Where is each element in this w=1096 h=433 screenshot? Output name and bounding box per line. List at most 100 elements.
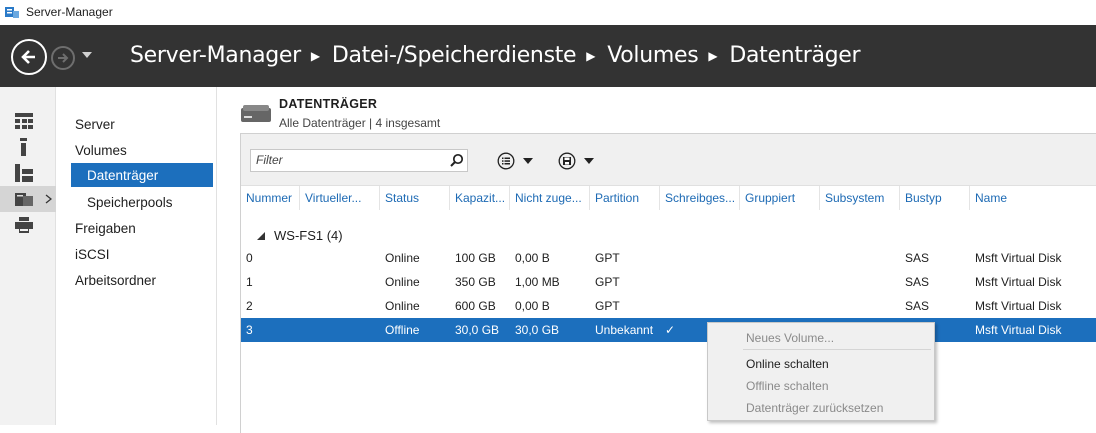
collapse-triangle-icon[interactable] bbox=[257, 231, 265, 240]
cell-nicht-zugeordnet: 30,0 GB bbox=[515, 323, 560, 337]
window-title: Server-Manager bbox=[26, 5, 113, 19]
cell-nummer: 3 bbox=[246, 323, 253, 337]
nav-item-volumes[interactable]: Volumes bbox=[75, 138, 127, 162]
local-server-nav[interactable] bbox=[0, 134, 56, 160]
cell-bustyp: SAS bbox=[905, 251, 930, 265]
table-row[interactable]: 1 Online 350 GB 1,00 MB GPT SAS Msft Vir… bbox=[241, 270, 1096, 294]
cell-name: Msft Virtual Disk bbox=[975, 299, 1062, 313]
disk-panel: Filter Nummer Virtueller... Status Kapaz… bbox=[240, 133, 1096, 433]
forward-button[interactable] bbox=[51, 46, 75, 70]
column-header-nummer[interactable]: Nummer bbox=[241, 186, 300, 210]
all-servers-nav[interactable] bbox=[0, 160, 56, 186]
column-header-virtueller[interactable]: Virtueller... bbox=[300, 186, 380, 210]
column-header-name[interactable]: Name bbox=[970, 186, 1096, 210]
icon-strip bbox=[0, 87, 56, 425]
cell-schreibgeschuetzt bbox=[660, 270, 665, 294]
disk-icon bbox=[241, 105, 271, 122]
column-header-partition[interactable]: Partition bbox=[590, 186, 660, 210]
cell-schreibgeschuetzt: ✓ bbox=[665, 323, 676, 337]
all-servers-icon bbox=[15, 164, 33, 182]
cell-schreibgeschuetzt bbox=[660, 294, 665, 318]
panel-toolbar: Filter bbox=[241, 134, 1096, 186]
section-subtitle: Alle Datenträger | 4 insgesamt bbox=[279, 116, 441, 130]
dashboard-nav[interactable] bbox=[0, 108, 56, 134]
cell-name: Msft Virtual Disk bbox=[975, 251, 1062, 265]
table-header: Nummer Virtueller... Status Kapazit... N… bbox=[241, 186, 1096, 210]
nav-item-freigaben[interactable]: Freigaben bbox=[75, 216, 136, 240]
cell-status: Offline bbox=[385, 323, 420, 337]
file-storage-icon bbox=[15, 193, 33, 206]
back-button[interactable] bbox=[11, 39, 47, 75]
table-row-selected[interactable]: 3 Offline 30,0 GB 30,0 GB Unbekannt ✓ Ms… bbox=[241, 318, 1096, 342]
cell-partition: Unbekannt bbox=[595, 323, 654, 337]
breadcrumb-item[interactable]: Server-Manager bbox=[130, 43, 301, 68]
print-services-nav[interactable] bbox=[0, 212, 56, 238]
cell-kapazitaet: 600 GB bbox=[455, 299, 496, 313]
nav-item-datentraeger[interactable]: Datenträger bbox=[71, 163, 213, 187]
menu-item-offline-schalten: Offline schalten bbox=[746, 379, 829, 393]
context-menu: Neues Volume... Online schalten Offline … bbox=[707, 322, 935, 421]
breadcrumb-item[interactable]: Datei-/Speicherdienste bbox=[332, 43, 577, 68]
breadcrumb-separator-icon: ▶ bbox=[586, 48, 596, 63]
table-row[interactable]: 0 Online 100 GB 0,00 B GPT SAS Msft Virt… bbox=[241, 246, 1096, 270]
cell-partition: GPT bbox=[595, 251, 620, 265]
cell-status: Online bbox=[385, 275, 420, 289]
column-header-schreibgeschuetzt[interactable]: Schreibges... bbox=[660, 186, 740, 210]
expand-arrow-icon bbox=[45, 194, 52, 204]
table-row[interactable]: 2 Online 600 GB 0,00 B GPT SAS Msft Virt… bbox=[241, 294, 1096, 318]
group-label: WS-FS1 (4) bbox=[274, 228, 343, 243]
window-titlebar: Server-Manager bbox=[0, 0, 1096, 25]
local-server-icon bbox=[20, 138, 27, 156]
cell-partition: GPT bbox=[595, 275, 620, 289]
nav-item-iscsi[interactable]: iSCSI bbox=[75, 242, 110, 266]
filter-input[interactable]: Filter bbox=[250, 149, 468, 172]
menu-item-datentraeger-zuruecksetzen: Datenträger zurücksetzen bbox=[746, 401, 884, 415]
breadcrumb: Server-Manager ▶ Datei-/Speicherdienste … bbox=[130, 43, 861, 68]
breadcrumb-item[interactable]: Datenträger bbox=[729, 43, 860, 68]
column-header-gruppiert[interactable]: Gruppiert bbox=[740, 186, 820, 210]
column-header-status[interactable]: Status bbox=[380, 186, 450, 210]
cell-bustyp: SAS bbox=[905, 299, 930, 313]
main-content: DATENTRÄGER Alle Datenträger | 4 insgesa… bbox=[218, 87, 1096, 433]
chevron-down-icon bbox=[523, 158, 533, 164]
arrow-left-icon bbox=[21, 50, 35, 64]
menu-separator bbox=[743, 349, 931, 350]
search-icon[interactable] bbox=[450, 153, 464, 167]
cell-kapazitaet: 30,0 GB bbox=[455, 323, 500, 337]
breadcrumb-item[interactable]: Volumes bbox=[607, 43, 698, 68]
nav-item-server[interactable]: Server bbox=[75, 112, 115, 136]
cell-schreibgeschuetzt bbox=[660, 246, 665, 270]
cell-nummer: 1 bbox=[246, 275, 253, 289]
cell-status: Online bbox=[385, 299, 420, 313]
cell-name: Msft Virtual Disk bbox=[975, 323, 1062, 337]
column-header-kapazitaet[interactable]: Kapazit... bbox=[450, 186, 510, 210]
file-storage-nav[interactable] bbox=[0, 186, 56, 212]
server-manager-app-icon bbox=[5, 7, 19, 18]
list-options-icon bbox=[497, 152, 515, 170]
cell-nummer: 2 bbox=[246, 299, 253, 313]
cell-partition: GPT bbox=[595, 299, 620, 313]
cell-kapazitaet: 100 GB bbox=[455, 251, 496, 265]
column-header-nicht-zugeordnet[interactable]: Nicht zuge... bbox=[510, 186, 590, 210]
arrow-right-icon bbox=[58, 53, 69, 63]
cell-kapazitaet: 350 GB bbox=[455, 275, 496, 289]
cell-bustyp: SAS bbox=[905, 275, 930, 289]
dashboard-icon bbox=[15, 113, 33, 129]
nav-item-speicherpools[interactable]: Speicherpools bbox=[87, 190, 173, 214]
list-options-button[interactable] bbox=[497, 150, 533, 172]
navigation-list: Server Volumes Datenträger Speicherpools… bbox=[57, 87, 217, 425]
save-query-button[interactable] bbox=[558, 150, 594, 172]
nav-item-arbeitsordner[interactable]: Arbeitsordner bbox=[75, 268, 156, 292]
group-header[interactable]: WS-FS1 (4) bbox=[241, 228, 343, 243]
column-header-subsystem[interactable]: Subsystem bbox=[820, 186, 900, 210]
cell-nicht-zugeordnet: 0,00 B bbox=[515, 299, 550, 313]
header-bar: Server-Manager ▶ Datei-/Speicherdienste … bbox=[0, 25, 1096, 87]
printer-icon bbox=[15, 217, 33, 233]
menu-item-new-volume: Neues Volume... bbox=[746, 331, 835, 345]
cell-nicht-zugeordnet: 1,00 MB bbox=[515, 275, 560, 289]
menu-item-online-schalten[interactable]: Online schalten bbox=[746, 355, 829, 373]
column-header-bustyp[interactable]: Bustyp bbox=[900, 186, 970, 210]
cell-nummer: 0 bbox=[246, 251, 253, 265]
history-dropdown-icon[interactable] bbox=[81, 51, 93, 59]
cell-name: Msft Virtual Disk bbox=[975, 275, 1062, 289]
